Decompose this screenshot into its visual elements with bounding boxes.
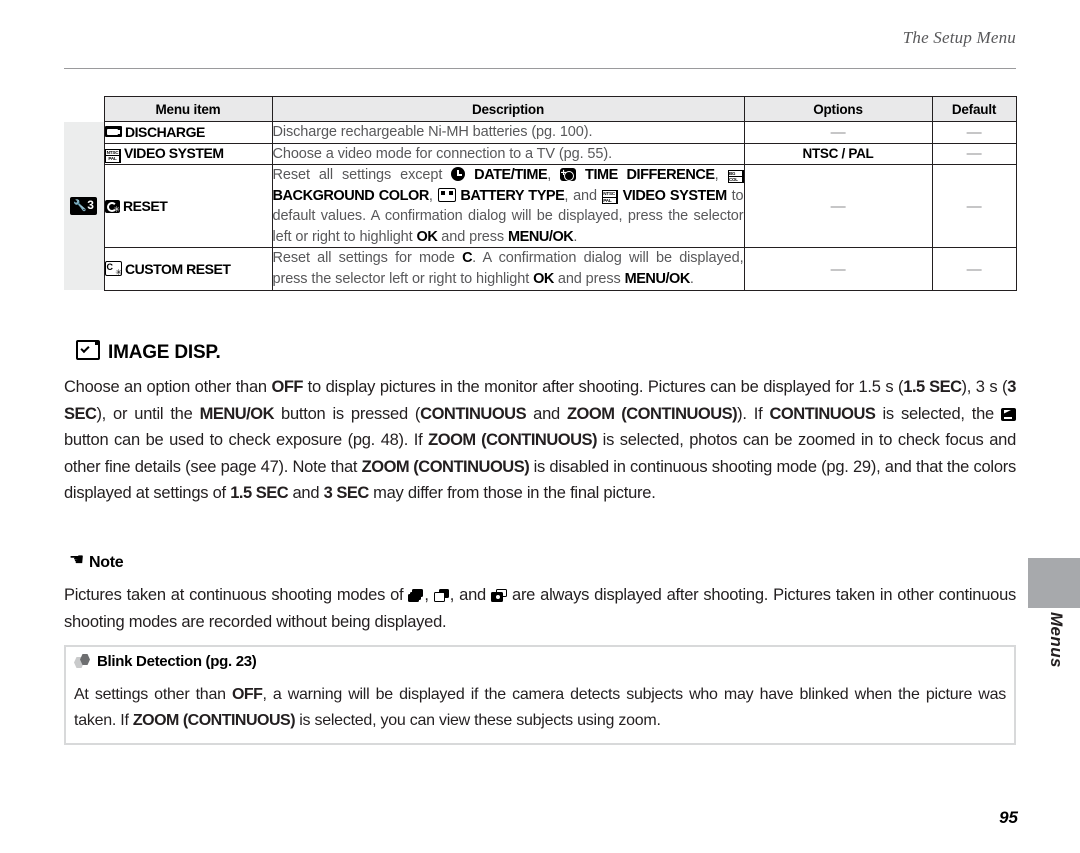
custom-reset-icon — [104, 261, 122, 277]
description-custom-reset: Reset all settings for mode C. A confirm… — [271, 247, 745, 291]
battery-icon — [104, 126, 122, 138]
table-row: CUSTOM RESET Reset all settings for mode… — [64, 247, 1017, 291]
reset-icon — [104, 200, 120, 214]
menu-item-custom-reset[interactable]: CUSTOM RESET — [103, 247, 273, 291]
menu-item-reset[interactable]: RESET — [103, 164, 273, 249]
column-header-default: Default — [931, 96, 1017, 122]
table-row: 🔧3 DISCHARGE Discharge rechargeable Ni-M… — [64, 121, 1017, 291]
pointing-hand-icon — [69, 549, 86, 571]
blink-detection-icon — [74, 654, 93, 669]
setup-tab-group-label: 3 — [87, 198, 94, 213]
table-header-row: Menu item Description Options Default — [64, 96, 1017, 122]
table-header-tab-spacer — [64, 96, 104, 122]
battery-type-icon — [437, 187, 456, 202]
wrench-icon: 🔧3 — [70, 197, 98, 216]
table-row: NTSC PAL VIDEO SYSTEM Choose a video mode… — [64, 142, 1017, 166]
description-video-system: Choose a video mode for connection to a … — [271, 142, 745, 166]
description-discharge: Discharge rechargeable Ni-MH batteries (… — [271, 121, 745, 144]
section-heading-image-disp: IMAGE DISP. — [76, 340, 221, 364]
menu-table-wrap: Menu item Description Options Default 🔧3… — [64, 96, 1017, 291]
section-title: IMAGE DISP. — [108, 342, 221, 363]
page-number: 95 — [999, 808, 1018, 827]
exposure-compensation-icon — [1001, 407, 1017, 421]
clock-icon — [451, 167, 466, 182]
options-discharge: — — [743, 121, 933, 144]
blink-detection-paragraph: At settings other than OFF, a warning wi… — [74, 686, 1006, 729]
header-rule — [64, 68, 1016, 69]
menu-item-label: RESET — [122, 198, 168, 215]
menu-item-label: VIDEO SYSTEM — [123, 145, 224, 162]
ntsc-pal-icon: NTSC PAL — [104, 148, 121, 163]
menu-table: Menu item Description Options Default 🔧3… — [64, 96, 1017, 291]
menu-item-label: CUSTOM RESET — [124, 261, 231, 278]
default-reset: — — [931, 164, 1017, 249]
options-custom-reset: — — [743, 247, 933, 291]
blink-detection-heading: Blink Detection (pg. 23) — [74, 653, 257, 670]
note-title: Note — [89, 554, 124, 571]
options-video-system: NTSC / PAL — [743, 142, 933, 166]
burst-frames-icon — [433, 589, 450, 602]
burst-stack-icon — [408, 589, 424, 602]
options-reset: — — [743, 164, 933, 249]
description-reset: Reset all settings except DATE/TIME, TIM… — [271, 164, 745, 249]
manual-page: The Setup Menu Menu item Description Opt… — [0, 0, 1080, 853]
menu-item-discharge[interactable]: DISCHARGE — [103, 121, 273, 144]
running-head: The Setup Menu — [902, 28, 1016, 47]
ntsc-pal-icon: NTSC PAL — [601, 190, 618, 205]
setup-tab-group-cell: 🔧3 — [64, 121, 104, 291]
default-custom-reset: — — [931, 247, 1017, 291]
burst-final-icon — [490, 589, 507, 602]
column-header-description: Description — [271, 96, 745, 122]
table-row: RESET Reset all settings except DATE/TIM… — [64, 164, 1017, 249]
background-color-icon: BG COL — [727, 170, 744, 184]
section-paragraph: Choose an option other than OFF to displ… — [64, 378, 1017, 502]
note-heading: Note — [69, 549, 124, 572]
default-discharge: — — [931, 121, 1017, 144]
default-video-system: — — [931, 142, 1017, 166]
side-tab-label: Menus — [1047, 612, 1066, 668]
time-difference-icon — [560, 166, 577, 182]
image-disp-icon — [76, 340, 100, 360]
blink-detection-title: Blink Detection (pg. 23) — [97, 653, 257, 670]
note-paragraph: Pictures taken at continuous shooting mo… — [64, 586, 1016, 631]
menu-item-video-system[interactable]: NTSC PAL VIDEO SYSTEM — [103, 142, 273, 166]
side-tab-block — [1028, 558, 1080, 608]
menu-item-label: DISCHARGE — [124, 124, 205, 141]
column-header-menu-item: Menu item — [103, 96, 273, 122]
column-header-options: Options — [743, 96, 933, 122]
